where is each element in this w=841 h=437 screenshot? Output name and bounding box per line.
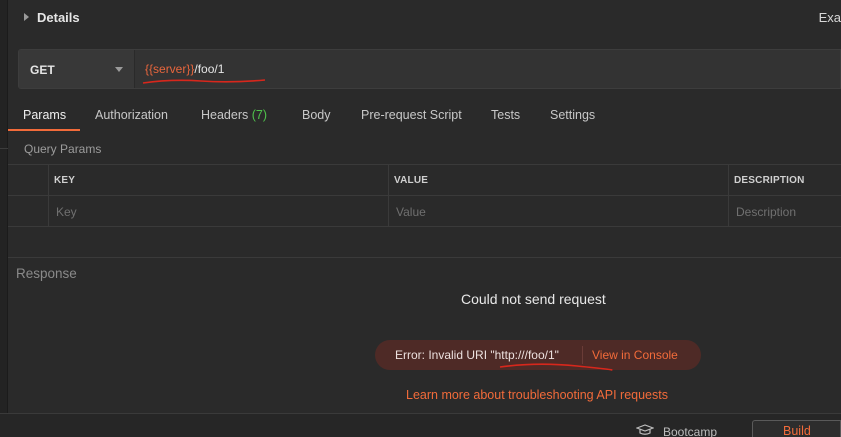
key-input[interactable]: Key — [56, 205, 77, 219]
url-variable: {{server}} — [145, 62, 195, 76]
response-divider — [8, 257, 841, 258]
caret-right-icon — [24, 13, 29, 21]
build-label: Build — [783, 424, 811, 437]
table-border-bottom — [8, 226, 841, 227]
value-input[interactable]: Value — [396, 205, 426, 219]
graduation-cap-icon — [636, 424, 654, 435]
response-label: Response — [16, 266, 77, 281]
tab-headers[interactable]: Headers (7) — [201, 108, 267, 122]
table-border-mid — [8, 195, 841, 196]
chevron-down-icon — [115, 67, 123, 72]
tab-body[interactable]: Body — [302, 108, 331, 122]
annotation-underline — [142, 79, 266, 84]
tab-authorization[interactable]: Authorization — [95, 108, 168, 122]
method-value: GET — [30, 63, 55, 77]
query-params-label: Query Params — [24, 142, 102, 156]
column-header-description: DESCRIPTION — [734, 175, 805, 186]
error-title: Could not send request — [461, 291, 606, 307]
tab-pre-request-script[interactable]: Pre-request Script — [361, 108, 462, 122]
details-label: Details — [37, 10, 80, 25]
left-sidebar-rail — [0, 0, 8, 437]
learn-more-link[interactable]: Learn more about troubleshooting API req… — [406, 388, 668, 402]
tab-tests[interactable]: Tests — [491, 108, 520, 122]
table-border-top — [8, 164, 841, 165]
url-input[interactable]: {{server}}/foo/1 — [145, 62, 224, 76]
request-tabs: Params Authorization Headers (7) Body Pr… — [8, 104, 841, 132]
bootcamp-button[interactable]: Bootcamp — [663, 425, 717, 437]
details-toggle[interactable]: Details Exa — [8, 0, 841, 36]
error-message: Error: Invalid URI "http:///foo/1" — [395, 348, 559, 362]
method-select[interactable]: GET — [19, 50, 135, 88]
view-in-console-link[interactable]: View in Console — [592, 348, 678, 362]
build-tab[interactable]: Build — [752, 420, 841, 437]
tab-params[interactable]: Params — [23, 108, 66, 122]
col-divider — [728, 164, 729, 227]
col-divider — [48, 164, 49, 227]
tab-headers-label: Headers — [201, 108, 249, 122]
url-path: /foo/1 — [194, 62, 225, 76]
status-bar: Bootcamp Build — [0, 413, 841, 437]
annotation-underline — [499, 363, 613, 371]
column-header-key: KEY — [54, 175, 76, 186]
headers-count: (7) — [251, 108, 268, 122]
query-params-table: KEY VALUE DESCRIPTION Key Value Descript… — [8, 164, 841, 228]
rail-divider — [0, 148, 8, 156]
col-divider — [388, 164, 389, 227]
tab-settings[interactable]: Settings — [550, 108, 595, 122]
column-header-value: VALUE — [394, 175, 429, 186]
active-tab-indicator — [8, 129, 80, 131]
url-bar: GET {{server}}/foo/1 — [18, 49, 841, 89]
description-input[interactable]: Description — [736, 205, 796, 219]
examples-link[interactable]: Exa — [819, 10, 841, 25]
